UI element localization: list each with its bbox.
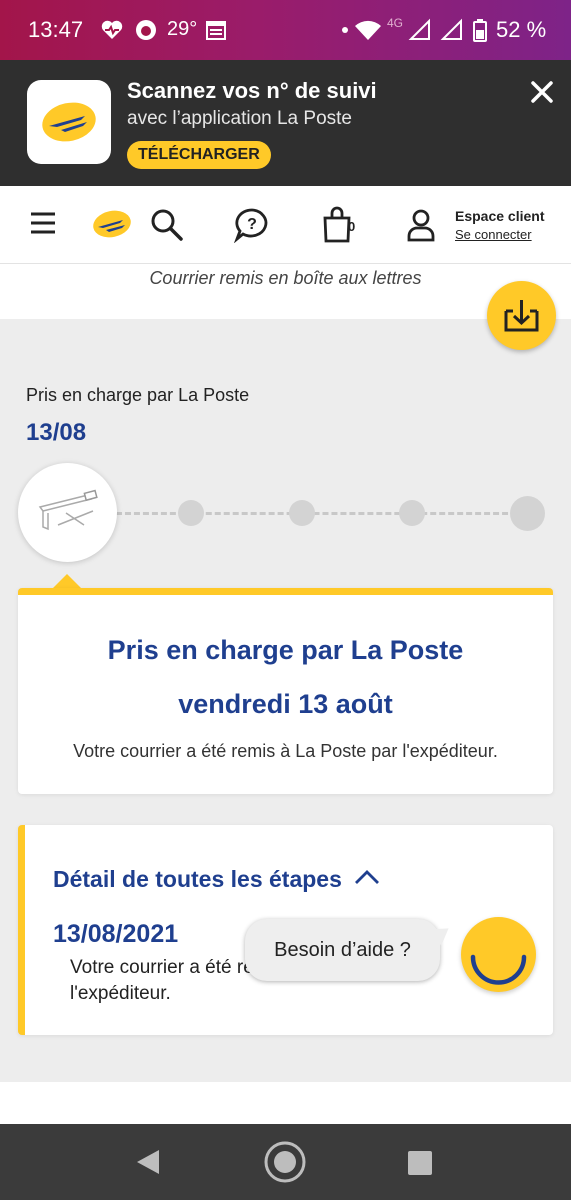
account-title: Espace client [455, 208, 545, 224]
login-link[interactable]: Se connecter [455, 227, 532, 242]
svg-text:?: ? [247, 216, 257, 233]
search-icon[interactable] [150, 208, 184, 242]
timeline-step[interactable] [399, 500, 425, 526]
timeline-step[interactable] [178, 500, 204, 526]
current-step-date: 13/08 [26, 419, 87, 446]
back-icon[interactable] [134, 1148, 162, 1176]
page-bottom [0, 1082, 571, 1124]
chevron-up-icon[interactable] [353, 865, 381, 889]
dot-icon [342, 27, 348, 33]
status-time: 13:47 [28, 17, 84, 42]
help-label: Besoin d’aide ? [274, 939, 411, 961]
la-poste-app-icon [27, 80, 111, 164]
network-type: 4G [387, 16, 404, 30]
la-poste-logo-icon [42, 102, 96, 142]
download-icon [504, 300, 539, 332]
timeline-step-active[interactable] [18, 463, 117, 562]
calendar-icon [206, 21, 226, 40]
timeline-step[interactable] [289, 500, 315, 526]
wifi-icon [355, 20, 381, 40]
all-steps-toggle[interactable]: Détail de toutes les étapes [53, 866, 342, 893]
firefox-icon [136, 20, 156, 40]
mailbox-deposit-icon [38, 489, 98, 531]
step-entry-date: 13/08/2021 [53, 920, 179, 948]
banner-title: Scannez vos n° de suivi [127, 78, 377, 103]
help-bubble[interactable]: Besoin d’aide ? [245, 919, 455, 981]
recents-icon[interactable] [407, 1150, 433, 1176]
current-step-card: Pris en charge par La Poste vendredi 13 … [18, 588, 553, 794]
previous-status-text: Courrier remis en boîte aux lettres [149, 268, 422, 288]
la-poste-logo-icon[interactable] [90, 208, 134, 240]
previous-status-strip: Courrier remis en boîte aux lettres [0, 264, 571, 319]
signal-icon [408, 18, 430, 40]
heart-monitor-icon [101, 20, 123, 39]
user-icon[interactable] [406, 208, 436, 242]
battery-icon [473, 19, 487, 42]
card-title: Pris en charge par La Poste [107, 635, 464, 665]
close-icon[interactable] [528, 78, 556, 106]
site-header: ? 0 Espace client Se connecter [0, 186, 571, 264]
battery-percent: 52 % [496, 17, 547, 42]
download-proof-button[interactable] [487, 281, 556, 350]
smile-icon [470, 954, 527, 985]
current-step-label: Pris en charge par La Poste [26, 385, 250, 405]
home-icon[interactable] [263, 1140, 307, 1184]
timeline-step-final[interactable] [510, 496, 545, 531]
app-banner: Scannez vos n° de suivi avec l’applicati… [0, 60, 571, 186]
download-app-button[interactable]: TÉLÉCHARGER [127, 141, 271, 169]
card-date: vendredi 13 août [178, 689, 393, 719]
card-pointer [52, 574, 82, 589]
help-chat-icon[interactable]: ? [233, 207, 271, 243]
system-nav-bar [0, 1124, 571, 1200]
status-bar: 13:47 29° 4G 52 % [0, 0, 571, 60]
status-temperature: 29° [167, 18, 198, 40]
card-description: Votre courrier a été remis à La Poste pa… [73, 741, 498, 761]
cart-count: 0 [348, 219, 356, 234]
banner-subtitle: avec l’application La Poste [127, 108, 352, 129]
menu-icon[interactable] [30, 210, 56, 236]
signal-icon-2 [440, 18, 462, 40]
help-chat-button[interactable] [461, 917, 536, 992]
